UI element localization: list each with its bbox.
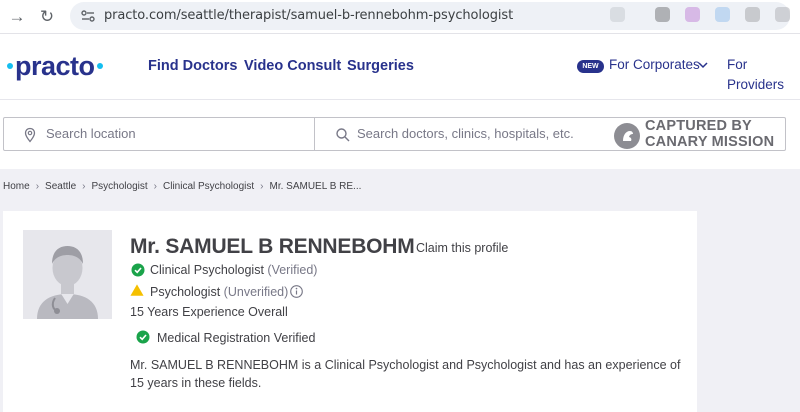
extension-icon[interactable]	[685, 7, 700, 22]
watermark-line-2: CANARY MISSION	[645, 134, 775, 150]
doctor-search-placeholder: Search doctors, clinics, hospitals, etc.	[357, 126, 574, 141]
extension-icon[interactable]	[610, 7, 625, 22]
logo-text: practo	[15, 51, 95, 81]
specialty-clinical-psychologist: Clinical Psychologist (Verified)	[150, 262, 317, 278]
watermark-text: CAPTURED BY CANARY MISSION	[645, 118, 774, 150]
location-pin-icon	[24, 127, 36, 143]
breadcrumb-home[interactable]: Home	[3, 181, 30, 192]
doctor-profile-card: Mr. SAMUEL B RENNEBOHM Claim this profil…	[3, 211, 697, 412]
registration-verified-icon	[136, 330, 150, 344]
canary-mission-watermark: CAPTURED BY CANARY MISSION	[614, 118, 784, 152]
breadcrumb-psychologist[interactable]: Psychologist	[92, 181, 148, 192]
location-placeholder: Search location	[46, 126, 136, 141]
breadcrumb-separator-icon: ›	[153, 181, 157, 192]
nav-for-providers[interactable]: For Providers	[727, 55, 800, 95]
breadcrumb-clinical-psychologist[interactable]: Clinical Psychologist	[163, 181, 254, 192]
specialty-2-label: Psychologist	[150, 285, 221, 299]
breadcrumb-separator-icon: ›	[82, 181, 86, 192]
browser-toolbar: → ↻ practo.com/seattle/therapist/samuel-…	[0, 0, 800, 34]
claim-profile-link[interactable]: Claim this profile	[416, 240, 508, 256]
extension-icon[interactable]	[745, 7, 760, 22]
medical-registration-text: Medical Registration Verified	[157, 331, 316, 345]
url-text: practo.com/seattle/therapist/samuel-b-re…	[104, 8, 514, 23]
nav-for-corporates[interactable]: For Corporates	[609, 55, 700, 75]
search-icon	[336, 128, 350, 142]
doctor-description: Mr. SAMUEL B RENNEBOHM is a Clinical Psy…	[130, 358, 681, 390]
avatar	[23, 230, 112, 319]
nav-find-doctors[interactable]: Find Doctors	[148, 56, 237, 76]
watermark-line-1: CAPTURED BY	[645, 118, 752, 134]
nav-video-consult[interactable]: Video Consult	[244, 56, 341, 76]
breadcrumb-current: Mr. SAMUEL B RE...	[269, 181, 362, 192]
site-settings-icon[interactable]	[80, 8, 96, 24]
site-header: practo Find Doctors Video Consult Surger…	[0, 34, 800, 99]
logo-dot-icon	[96, 62, 103, 69]
nav-surgeries[interactable]: Surgeries	[347, 56, 414, 76]
verified-check-icon	[131, 263, 145, 277]
doctor-placeholder-icon	[37, 246, 98, 319]
breadcrumb-separator-icon: ›	[260, 181, 264, 192]
practo-logo[interactable]: practo	[5, 51, 105, 81]
specialty-psychologist: Psychologist (Unverified)	[150, 284, 288, 300]
extension-icon[interactable]	[655, 7, 670, 22]
warning-triangle-icon	[130, 284, 144, 296]
breadcrumb: Home › Seattle › Psychologist › Clinical Psych…	[3, 180, 361, 194]
extension-icon[interactable]	[775, 7, 790, 22]
breadcrumb-seattle[interactable]: Seattle	[45, 181, 76, 192]
doctor-name: Mr. SAMUEL B RENNEBOHM	[130, 235, 415, 258]
breadcrumb-separator-icon: ›	[35, 181, 40, 192]
info-icon[interactable]	[290, 285, 303, 298]
specialty-1-label: Clinical Psychologist	[150, 263, 264, 277]
chevron-down-icon[interactable]	[696, 58, 710, 72]
location-search-input[interactable]: Search location	[3, 117, 315, 151]
specialty-1-status: (Verified)	[267, 263, 318, 277]
experience-text: 15 Years Experience Overall	[130, 305, 288, 319]
logo-dot-icon	[7, 62, 13, 69]
extension-icon[interactable]	[715, 7, 730, 22]
specialty-2-status: (Unverified)	[223, 285, 289, 299]
forward-arrow-icon[interactable]: →	[6, 6, 28, 28]
reload-icon[interactable]: ↻	[36, 6, 58, 28]
canary-bird-icon	[614, 123, 640, 149]
address-bar[interactable]: practo.com/seattle/therapist/samuel-b-re…	[70, 2, 790, 30]
new-badge: NEW	[577, 60, 604, 73]
